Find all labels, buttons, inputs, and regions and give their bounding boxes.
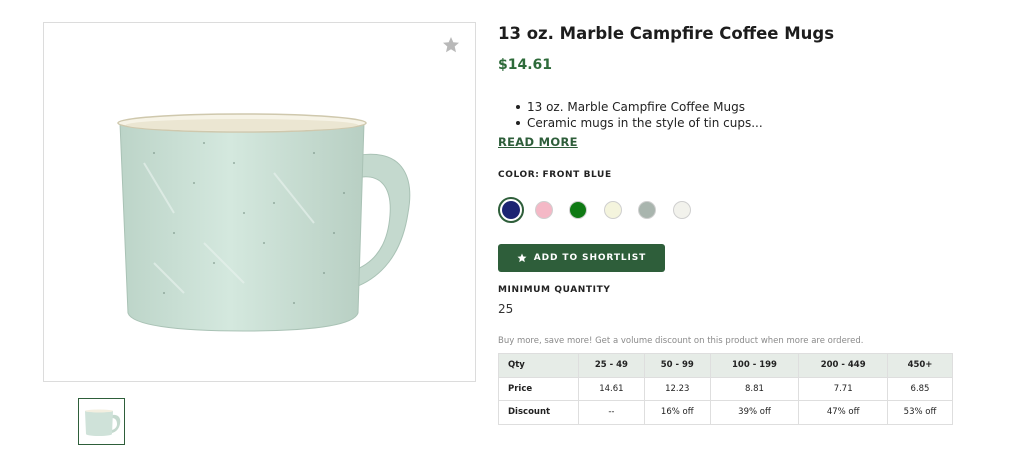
table-cell: 53% off bbox=[887, 400, 953, 425]
table-cell: 47% off bbox=[798, 400, 888, 425]
pricing-table: Qty 25 - 49 50 - 99 100 - 199 200 - 449 … bbox=[498, 353, 953, 425]
table-cell: 39% off bbox=[709, 400, 800, 425]
minimum-quantity-value: 25 bbox=[498, 302, 514, 316]
selected-color-name: FRONT BLUE bbox=[542, 170, 612, 180]
table-cell: Discount bbox=[498, 400, 579, 425]
add-to-shortlist-label: ADD TO SHORTLIST bbox=[533, 253, 647, 263]
product-title: 13 oz. Marble Campfire Coffee Mugs bbox=[498, 24, 835, 43]
table-cell: 16% off bbox=[643, 400, 711, 425]
color-label-text: COLOR: bbox=[498, 170, 540, 180]
product-image bbox=[114, 93, 414, 353]
color-swatch-green[interactable] bbox=[569, 201, 587, 219]
table-cell: 14.61 bbox=[578, 376, 645, 401]
table-cell: -- bbox=[578, 400, 645, 425]
color-swatch-gray[interactable] bbox=[638, 201, 656, 219]
product-image-gallery bbox=[43, 22, 476, 382]
volume-discount-note: Buy more, save more! Get a volume discou… bbox=[498, 336, 864, 346]
feature-list: 13 oz. Marble Campfire Coffee Mugs Ceram… bbox=[514, 99, 763, 131]
feature-item: 13 oz. Marble Campfire Coffee Mugs bbox=[514, 99, 763, 115]
color-label: COLOR: FRONT BLUE bbox=[498, 170, 612, 180]
feature-item: Ceramic mugs in the style of tin cups... bbox=[514, 115, 763, 131]
table-header-cell: 450+ bbox=[887, 353, 953, 378]
table-header-cell: 200 - 449 bbox=[798, 353, 888, 378]
color-swatches bbox=[498, 197, 708, 223]
table-header-cell: 50 - 99 bbox=[643, 353, 711, 378]
minimum-quantity-label: MINIMUM QUANTITY bbox=[498, 285, 611, 295]
table-cell: 7.71 bbox=[798, 376, 888, 401]
color-swatch-front-blue[interactable] bbox=[498, 197, 524, 223]
table-cell: Price bbox=[498, 376, 579, 401]
thumbnail-image[interactable] bbox=[78, 398, 125, 445]
pricing-row-discount: Discount -- 16% off 39% off 47% off 53% … bbox=[498, 400, 953, 425]
pricing-header-row: Qty 25 - 49 50 - 99 100 - 199 200 - 449 … bbox=[498, 353, 953, 378]
color-swatch-pink[interactable] bbox=[535, 201, 553, 219]
table-header-cell: Qty bbox=[498, 353, 579, 378]
table-header-cell: 25 - 49 bbox=[578, 353, 645, 378]
favorite-star-icon[interactable] bbox=[441, 35, 461, 55]
read-more-link[interactable]: READ MORE bbox=[498, 135, 578, 149]
product-price: $14.61 bbox=[498, 57, 553, 73]
table-header-cell: 100 - 199 bbox=[709, 353, 800, 378]
table-cell: 12.23 bbox=[643, 376, 711, 401]
color-swatch-white[interactable] bbox=[673, 201, 691, 219]
table-cell: 6.85 bbox=[887, 376, 953, 401]
add-to-shortlist-button[interactable]: ADD TO SHORTLIST bbox=[498, 244, 665, 272]
color-swatch-cream[interactable] bbox=[604, 201, 622, 219]
table-cell: 8.81 bbox=[709, 376, 800, 401]
star-icon bbox=[517, 253, 527, 263]
pricing-row-price: Price 14.61 12.23 8.81 7.71 6.85 bbox=[498, 376, 953, 401]
